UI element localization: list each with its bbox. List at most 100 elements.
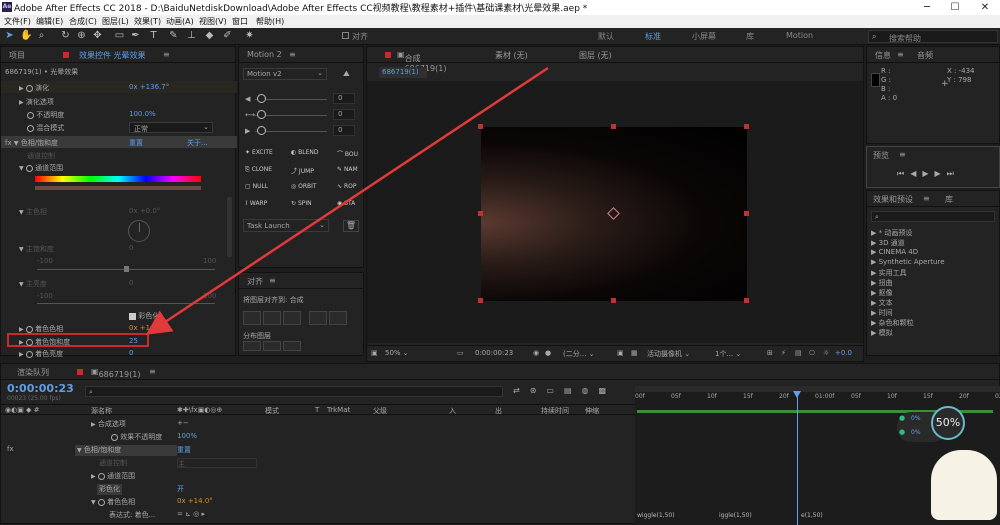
tab-library[interactable]: 库 xyxy=(945,194,953,205)
hand-tool-icon[interactable]: ✋ xyxy=(20,30,32,41)
preset-item[interactable]: ▶ Synthetic Aperture xyxy=(871,258,945,266)
puppet-tool-icon[interactable]: ✷ xyxy=(244,30,255,41)
header-mode[interactable]: 模式 xyxy=(265,406,279,416)
tab-project[interactable]: 项目 xyxy=(9,50,25,61)
menu-window[interactable]: 窗口 xyxy=(232,16,248,27)
menu-composition[interactable]: 合成(C) xyxy=(69,16,97,27)
preset-item[interactable]: ▶ 扭曲 xyxy=(871,278,893,288)
flowchart-icon[interactable]: ⎔ xyxy=(809,349,815,357)
zoom-tool-icon[interactable]: ⌕ xyxy=(36,30,47,41)
color-channel-icon[interactable]: ● xyxy=(545,349,551,357)
name-button[interactable]: ✎ NAM xyxy=(337,166,358,173)
timeline-row-value[interactable]: 开 xyxy=(177,484,184,495)
tab-timeline-comp[interactable]: ▣ 686719(1) xyxy=(91,367,140,379)
align-vcenter-icon[interactable] xyxy=(329,311,347,325)
workspace-default[interactable]: 默认 xyxy=(598,31,614,42)
timeline-row-value[interactable]: 0x +14.0° xyxy=(177,497,213,508)
roto-brush-tool-icon[interactable]: ✐ xyxy=(222,30,233,41)
camera-select[interactable]: 活动摄像机 ⌄ xyxy=(647,349,690,359)
snapshot-icon[interactable]: ◉ xyxy=(533,349,539,357)
header-stretch[interactable]: 伸缩 xyxy=(585,406,599,416)
timeline-search-input[interactable]: ⌕ xyxy=(85,386,503,397)
camera-tool-icon[interactable]: ⊕ xyxy=(76,30,87,41)
slider-handle[interactable] xyxy=(124,266,129,272)
align-to-select[interactable]: 合成 xyxy=(290,296,304,304)
motion-slider-2[interactable] xyxy=(257,110,266,119)
tab-composition[interactable]: ▣ 合成 686719(1) xyxy=(397,50,446,73)
align-top-icon[interactable] xyxy=(309,311,327,325)
motion-version-select[interactable]: Motion v2 ⌄ xyxy=(243,68,327,80)
comp-subtab[interactable]: 686719(1) xyxy=(379,67,427,78)
align-checkbox[interactable]: 对齐 xyxy=(342,31,368,42)
header-out[interactable]: 出 xyxy=(495,406,502,416)
align-right-icon[interactable] xyxy=(283,311,301,325)
motion-slider-1[interactable] xyxy=(257,94,266,103)
colorize-checkbox[interactable]: 彩色化 xyxy=(129,311,159,321)
workspace-small-screen[interactable]: 小屏幕 xyxy=(692,31,716,42)
header-t[interactable]: T xyxy=(315,406,319,414)
clone-button[interactable]: ⎘ CLONE xyxy=(245,166,272,174)
region-icon[interactable]: ▣ xyxy=(617,349,624,357)
timeline-row-value[interactable]: +− xyxy=(177,419,189,430)
tab-preview[interactable]: 预览 xyxy=(873,150,889,161)
maximize-button[interactable]: ☐ xyxy=(942,0,968,15)
preset-item[interactable]: ▶ 实用工具 xyxy=(871,268,907,278)
master-hue-dial[interactable] xyxy=(128,220,150,242)
resolution-select[interactable]: (二分... ⌄ xyxy=(563,349,595,359)
playhead[interactable] xyxy=(797,392,798,525)
preset-item[interactable]: ▶ 模拟 xyxy=(871,328,893,338)
null-button[interactable]: ▢ NULL xyxy=(245,183,268,190)
safe-zones-icon[interactable]: ▭ xyxy=(457,349,464,357)
timeline-row-value[interactable]: 100% xyxy=(177,432,197,443)
warp-button[interactable]: ⌇ WARP xyxy=(245,200,267,207)
pan-behind-tool-icon[interactable]: ✥ xyxy=(92,30,103,41)
menu-layer[interactable]: 图层(L) xyxy=(102,16,129,27)
rope-button[interactable]: ∿ ROP xyxy=(337,183,356,190)
zoom-select[interactable]: 50% ⌄ xyxy=(385,349,409,357)
panel-menu-icon[interactable]: ≡ xyxy=(163,50,170,59)
menu-effect[interactable]: 效果(T) xyxy=(134,16,161,27)
eraser-tool-icon[interactable]: ◆ xyxy=(204,30,215,41)
preset-item[interactable]: ▶ 3D 通道 xyxy=(871,238,905,248)
motion-value-1[interactable]: 0 xyxy=(333,93,355,104)
toggle-icon[interactable]: ⊞ xyxy=(767,349,773,357)
colorize-lightness-value[interactable]: 0 xyxy=(129,349,133,357)
rectangle-tool-icon[interactable]: ▭ xyxy=(114,30,125,41)
preset-item[interactable]: ▶ 抠像 xyxy=(871,288,893,298)
workspace-motion[interactable]: Motion xyxy=(786,31,813,40)
help-search-input[interactable]: ⌕ 搜索帮助 xyxy=(868,30,998,43)
timeline-row[interactable]: ▶ 通道范围 xyxy=(91,471,135,482)
menu-help[interactable]: 帮助(H) xyxy=(256,16,284,27)
bounce-button[interactable]: ⌒ BOU xyxy=(337,149,358,158)
motion-value-2[interactable]: 0 xyxy=(333,109,355,120)
timeline-row[interactable]: 彩色化 xyxy=(97,484,122,495)
exposure-icon[interactable]: ☼ xyxy=(823,349,829,357)
align-hcenter-icon[interactable] xyxy=(263,311,281,325)
close-tab-icon[interactable] xyxy=(385,52,391,58)
tab-effects-presets[interactable]: 效果和预设 xyxy=(873,194,913,205)
preset-item[interactable]: ▶ 时间 xyxy=(871,308,893,318)
header-trkmat[interactable]: TrkMat xyxy=(327,406,350,414)
orbit-button[interactable]: ◎ ORBIT xyxy=(291,183,317,190)
distribute-icon[interactable] xyxy=(243,341,261,351)
timeline-timecode[interactable]: 0:00:00:23 xyxy=(7,382,74,395)
tab-align[interactable]: 对齐 xyxy=(247,276,263,287)
master-lightness-slider[interactable] xyxy=(37,303,215,304)
views-select[interactable]: 1个... ⌄ xyxy=(715,349,741,359)
about-link[interactable]: 关于... xyxy=(187,138,208,148)
close-tab-icon[interactable] xyxy=(77,369,83,375)
tab-audio[interactable]: 音频 xyxy=(917,50,933,61)
evolution-value[interactable]: 0x +136.7° xyxy=(129,83,169,91)
playback-controls[interactable]: ⏮◀▶▶⏭ xyxy=(897,169,960,179)
jump-button[interactable]: ⤴ JUMP xyxy=(291,166,314,175)
brush-tool-icon[interactable]: ✎ xyxy=(168,30,179,41)
current-time[interactable]: 0:00:00:23 xyxy=(475,349,513,357)
selection-tool-icon[interactable]: ➤ xyxy=(4,30,15,41)
scrollbar[interactable] xyxy=(227,197,232,257)
type-tool-icon[interactable]: T xyxy=(148,30,159,41)
close-button[interactable]: ✕ xyxy=(972,0,998,15)
header-source-name[interactable]: 源名称 xyxy=(91,406,112,416)
timeline-switches[interactable]: ⇄⊛▭▤◍▩ xyxy=(513,386,616,395)
preset-item[interactable]: ▶ CINEMA 4D xyxy=(871,248,918,256)
workspace-library[interactable]: 库 xyxy=(746,31,754,42)
